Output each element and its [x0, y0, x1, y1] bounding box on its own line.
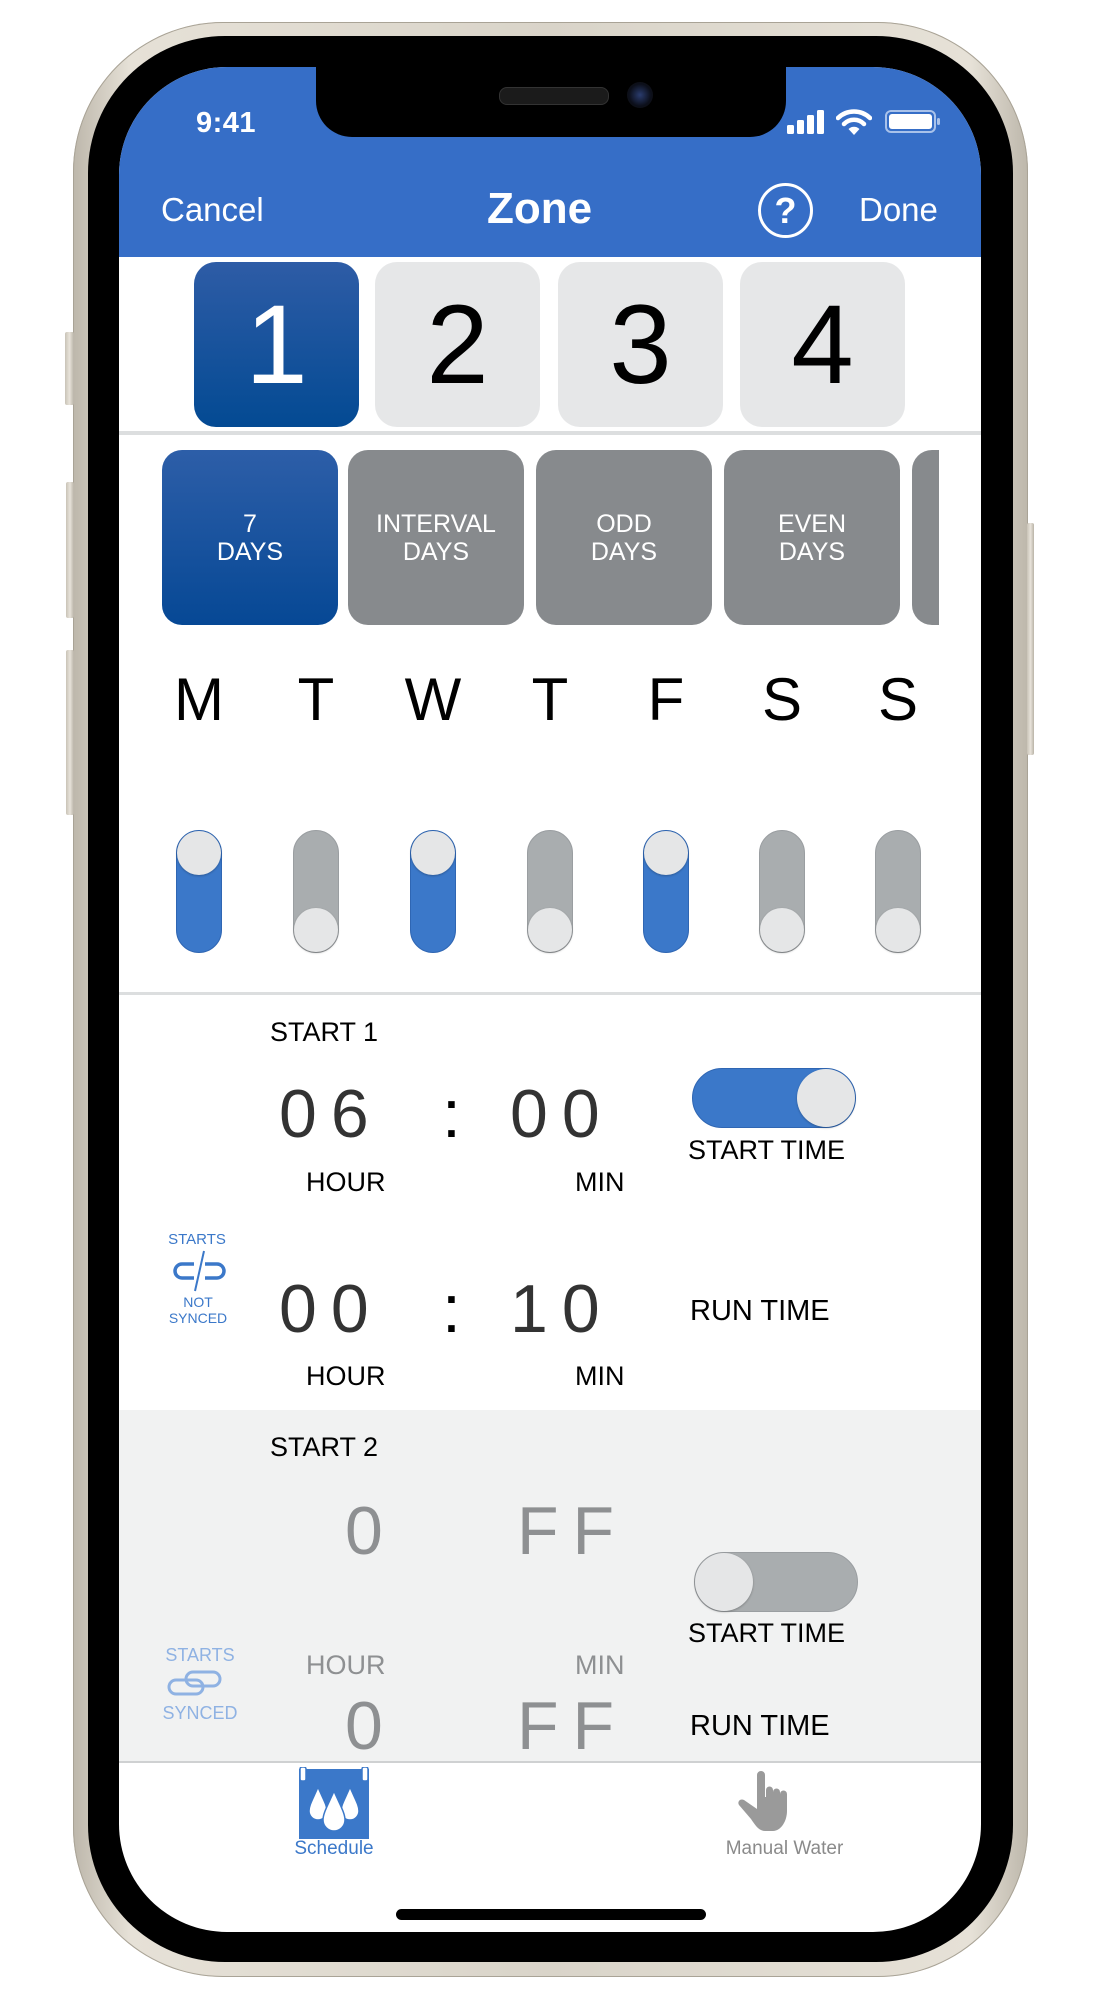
- day-type-label-line2: DAYS: [590, 537, 658, 566]
- start-1-start-colon: :: [442, 1076, 475, 1152]
- day-type-label-line1: INTERVAL: [376, 509, 496, 538]
- start-1-min-label: MIN: [575, 1167, 625, 1197]
- weekday-toggle-fri[interactable]: [643, 830, 689, 953]
- toggle-knob: [294, 908, 338, 952]
- weekday-toggle-thu[interactable]: [527, 830, 573, 953]
- start-1-sync-bottom-label: NOT SYNCED: [168, 1294, 228, 1326]
- volume-down-button: [66, 650, 74, 815]
- weekday-toggle-sat[interactable]: [759, 830, 805, 953]
- weekday-toggle-sun[interactable]: [875, 830, 921, 953]
- zone-button-3[interactable]: 3: [558, 262, 723, 427]
- start-1-start-hour[interactable]: 06: [279, 1075, 383, 1153]
- day-type-label-line1: ODD: [596, 509, 652, 538]
- mute-switch: [65, 332, 74, 405]
- toggle-knob: [644, 831, 688, 875]
- weekday-label-fri: F: [647, 666, 685, 733]
- status-time: 9:41: [196, 107, 257, 139]
- tab-schedule-label: Schedule: [294, 1838, 374, 1859]
- zone-button-4[interactable]: 4: [740, 262, 905, 427]
- start-2-sync-bottom-label: SYNCED: [162, 1703, 238, 1723]
- cellular-signal-icon: [787, 110, 827, 134]
- day-type-label-line2: DAYS: [216, 537, 284, 566]
- done-button[interactable]: Done: [859, 191, 938, 229]
- start-2-sync-top-label: STARTS: [165, 1645, 235, 1665]
- weekday-toggle-wed[interactable]: [410, 830, 456, 953]
- divider: [119, 431, 981, 435]
- power-button: [1027, 523, 1034, 755]
- start-1-run-colon: :: [442, 1271, 475, 1347]
- start-2-start-min[interactable]: FF: [517, 1492, 628, 1570]
- app-screen: 9:41 Cancel Zone ? Done 1 2 3 4 7 DAYS I…: [119, 67, 981, 1932]
- start-1-start-min[interactable]: 00: [510, 1075, 614, 1153]
- battery-icon: [885, 110, 941, 133]
- start-2-section: START 2 0 FF START TIME HOUR MIN STARTS …: [119, 1410, 981, 1765]
- weekday-label-sat: S: [761, 666, 803, 733]
- start-2-start-hour[interactable]: 0: [345, 1492, 397, 1570]
- zone-button-2[interactable]: 2: [375, 262, 540, 427]
- toggle-knob: [411, 831, 455, 875]
- toggle-knob: [797, 1069, 855, 1127]
- start-2-run-hour[interactable]: 0: [345, 1687, 397, 1765]
- help-button[interactable]: ?: [758, 183, 813, 238]
- toggle-knob: [528, 908, 572, 952]
- cancel-button[interactable]: Cancel: [161, 191, 264, 229]
- tab-schedule[interactable]: Schedule: [289, 1765, 449, 1865]
- notch: [316, 67, 786, 137]
- start-1-run-time-label: RUN TIME: [690, 1295, 830, 1327]
- home-indicator[interactable]: [396, 1909, 706, 1920]
- page-title: Zone: [487, 184, 593, 233]
- day-type-odd-days[interactable]: ODD DAYS: [536, 450, 712, 625]
- start-1-section: START 1 06 : 00 START TIME HOUR MIN STAR…: [119, 995, 981, 1410]
- tabbar-divider: [119, 1761, 981, 1763]
- start-2-title: START 2: [270, 1432, 379, 1462]
- link-icon[interactable]: [167, 1669, 223, 1697]
- front-camera: [627, 82, 653, 108]
- hand-pointer-icon: [735, 1771, 797, 1833]
- start-2-start-time-toggle[interactable]: [694, 1552, 858, 1612]
- day-type-label-line1: 7: [243, 509, 257, 538]
- zone-button-1[interactable]: 1: [194, 262, 359, 427]
- day-type-interval-days[interactable]: INTERVAL DAYS: [348, 450, 524, 625]
- water-drops-calendar-icon: [297, 1766, 371, 1839]
- start-2-run-time-label: RUN TIME: [690, 1710, 830, 1742]
- toggle-knob: [695, 1553, 753, 1611]
- day-type-label-line2: DAYS: [778, 537, 846, 566]
- start-2-min-label: MIN: [575, 1650, 625, 1680]
- wifi-icon: [835, 109, 873, 136]
- speaker-grille: [499, 87, 609, 105]
- weekday-label-sun: S: [877, 666, 919, 733]
- link-broken-icon[interactable]: [172, 1249, 227, 1293]
- toggle-knob: [177, 831, 221, 875]
- day-type-label-line1: EVEN: [777, 509, 847, 538]
- day-type-more-partial[interactable]: [912, 450, 939, 625]
- question-circle-icon: ?: [774, 190, 797, 231]
- weekday-label-wed: W: [404, 666, 462, 733]
- start-2-start-time-label: START TIME: [688, 1618, 846, 1648]
- tab-manual-water[interactable]: Manual Water: [705, 1765, 865, 1865]
- weekday-label-thu: T: [531, 666, 569, 733]
- day-type-7-days[interactable]: 7 DAYS: [162, 450, 338, 625]
- start-1-hour-label: HOUR: [306, 1167, 386, 1197]
- start-1-start-time-toggle[interactable]: [692, 1068, 856, 1128]
- day-type-label-line2: DAYS: [402, 537, 470, 566]
- start-1-run-hour-label: HOUR: [306, 1361, 386, 1391]
- weekday-label-tue: T: [297, 666, 335, 733]
- weekday-label-mon: M: [174, 666, 224, 733]
- start-1-run-min[interactable]: 10: [510, 1270, 614, 1348]
- toggle-knob: [876, 908, 920, 952]
- weekday-toggle-tue[interactable]: [293, 830, 339, 953]
- start-1-sync-top-label: STARTS: [168, 1231, 226, 1248]
- start-1-start-time-label: START TIME: [688, 1135, 846, 1165]
- tab-manual-water-label: Manual Water: [725, 1838, 844, 1859]
- start-2-hour-label: HOUR: [306, 1650, 386, 1680]
- start-1-title: START 1: [270, 1017, 379, 1047]
- start-1-run-hour[interactable]: 00: [279, 1270, 383, 1348]
- weekday-toggle-mon[interactable]: [176, 830, 222, 953]
- volume-up-button: [66, 482, 74, 618]
- start-2-run-min[interactable]: FF: [517, 1687, 628, 1765]
- start-1-run-min-label: MIN: [575, 1361, 625, 1391]
- toggle-knob: [760, 908, 804, 952]
- day-type-even-days[interactable]: EVEN DAYS: [724, 450, 900, 625]
